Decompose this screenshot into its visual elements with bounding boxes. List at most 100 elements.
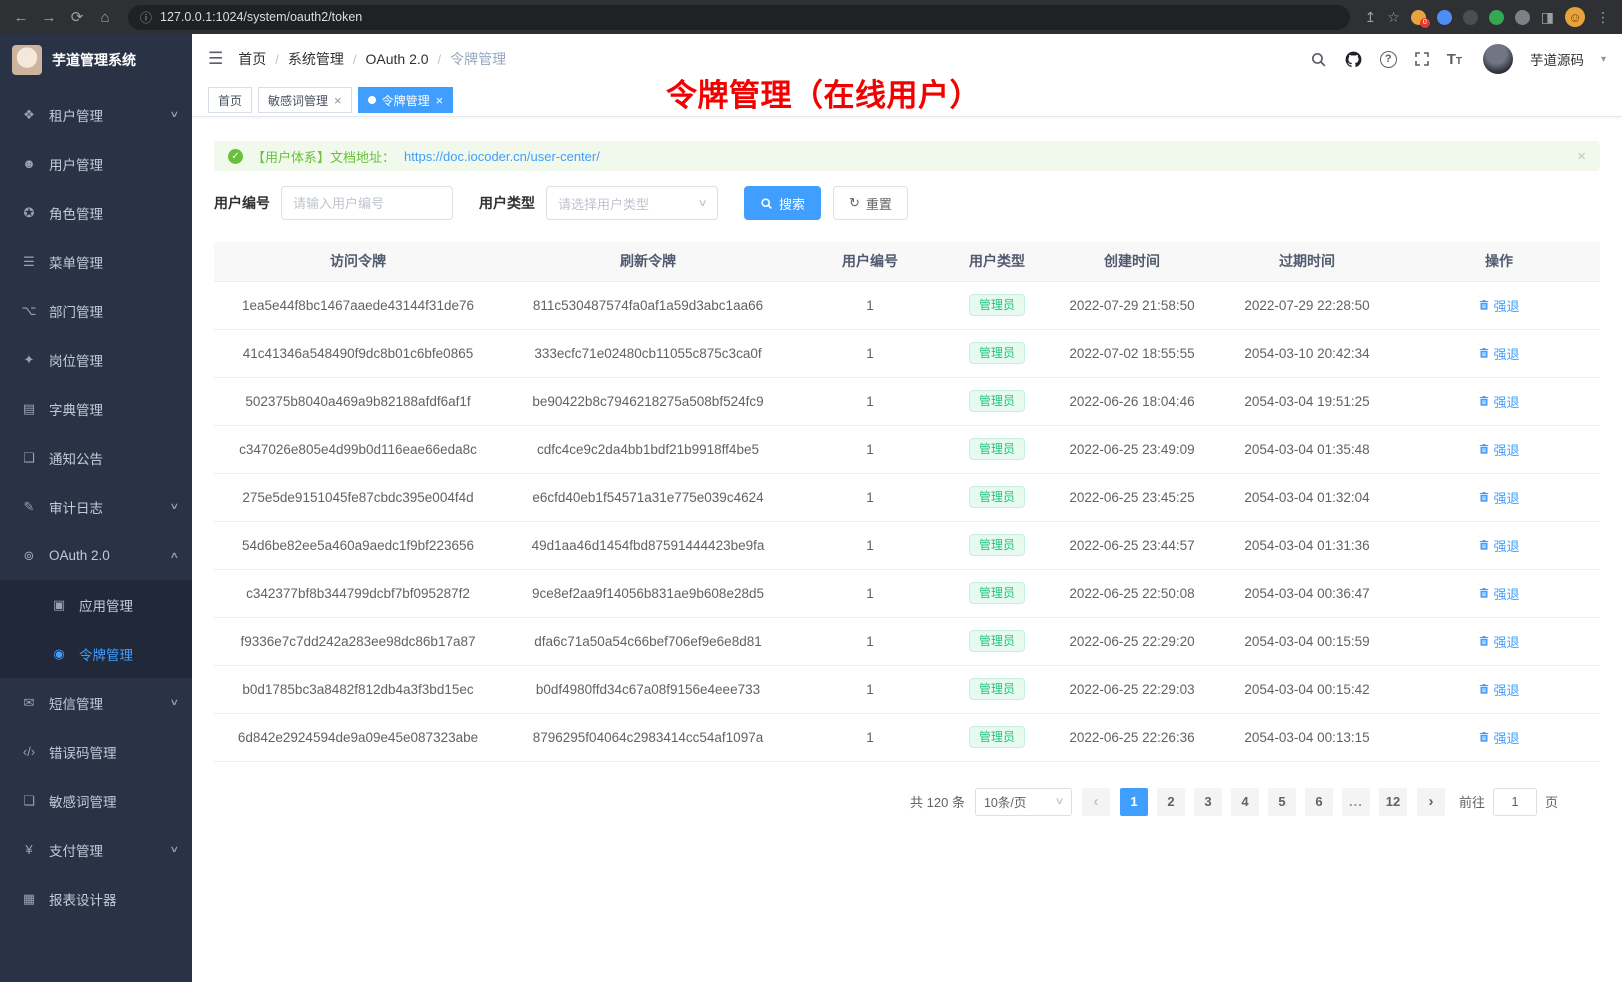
fullscreen-icon[interactable] <box>1414 51 1430 67</box>
breadcrumb-item[interactable]: 系统管理 <box>288 49 344 69</box>
sidebar-item-audit-log[interactable]: ✎审计日志∨ <box>0 482 192 531</box>
alert-close-icon[interactable]: × <box>1577 148 1586 165</box>
sidebar-item-report[interactable]: ▦报表设计器 <box>0 874 192 923</box>
address-bar[interactable]: ⓘ 127.0.0.1:1024/system/oauth2/token <box>128 5 1350 30</box>
access-token-cell: 41c41346a548490f9dc8b01c6bfe0865 <box>214 329 502 377</box>
page-button-5[interactable]: 5 <box>1268 788 1296 816</box>
sidebar-item-sensitive-word[interactable]: ❏敏感词管理 <box>0 776 192 825</box>
app-logo[interactable]: 芋道管理系统 <box>0 34 192 86</box>
sidebar-item-dept[interactable]: ⌥部门管理 <box>0 286 192 335</box>
sidebar-item-role[interactable]: ✪角色管理 <box>0 188 192 237</box>
sidebar-item-notice[interactable]: ❑通知公告 <box>0 433 192 482</box>
extension-icon-4[interactable] <box>1489 10 1504 25</box>
force-logout-button[interactable]: 强退 <box>1478 392 1519 411</box>
page-size-select[interactable]: 10条/页 ∨ <box>975 788 1072 816</box>
font-size-icon[interactable]: TT <box>1447 51 1462 68</box>
force-logout-button[interactable]: 强退 <box>1478 440 1519 459</box>
page-ellipsis[interactable]: ... <box>1342 788 1370 816</box>
goto-page-input[interactable] <box>1493 788 1537 816</box>
action-cell: 强退 <box>1398 473 1600 521</box>
site-info-icon[interactable]: ⓘ <box>140 9 152 26</box>
next-page-button[interactable]: › <box>1417 788 1445 816</box>
page-button-1[interactable]: 1 <box>1120 788 1148 816</box>
split-view-icon[interactable]: ◨ <box>1541 9 1554 26</box>
user-type-select[interactable]: 请选择用户类型 ∨ <box>546 186 718 220</box>
force-logout-button[interactable]: 强退 <box>1478 632 1519 651</box>
page-button-6[interactable]: 6 <box>1305 788 1333 816</box>
force-logout-button[interactable]: 强退 <box>1478 584 1519 603</box>
delete-icon <box>1478 395 1490 407</box>
sidebar-item-app[interactable]: ▣应用管理 <box>0 580 192 629</box>
share-icon[interactable]: ↥ <box>1364 9 1376 26</box>
user-type-cell: 管理员 <box>946 329 1048 377</box>
reload-icon[interactable]: ⟳ <box>64 4 90 30</box>
force-logout-label: 强退 <box>1493 680 1519 699</box>
sidebar-item-sms[interactable]: ✉短信管理∨ <box>0 678 192 727</box>
sidebar-item-tenant[interactable]: ❖租户管理∨ <box>0 90 192 139</box>
prev-page-button[interactable]: ‹ <box>1082 788 1110 816</box>
page-button-3[interactable]: 3 <box>1194 788 1222 816</box>
extensions-puzzle-icon[interactable] <box>1515 10 1530 25</box>
forward-icon[interactable]: → <box>36 4 62 30</box>
force-logout-button[interactable]: 强退 <box>1478 680 1519 699</box>
table-body: 1ea5e44f8bc1467aaede43144f31de76811c5304… <box>214 281 1600 761</box>
sidebar-item-error-code[interactable]: ‹/›错误码管理 <box>0 727 192 776</box>
tab-close-icon[interactable]: × <box>436 94 444 107</box>
browser-profile-avatar[interactable]: ☺ <box>1565 7 1585 27</box>
extension-icon-1[interactable]: 0 <box>1411 10 1426 25</box>
extension-icon-2[interactable] <box>1437 10 1452 25</box>
table-row: 41c41346a548490f9dc8b01c6bfe0865333ecfc7… <box>214 329 1600 377</box>
breadcrumb-item[interactable]: OAuth 2.0 <box>366 51 429 67</box>
tab-close-icon[interactable]: × <box>334 94 342 107</box>
user-type-cell: 管理员 <box>946 425 1048 473</box>
force-logout-button[interactable]: 强退 <box>1478 728 1519 747</box>
reset-button[interactable]: ↻ 重置 <box>833 186 908 220</box>
force-logout-button[interactable]: 强退 <box>1478 296 1519 315</box>
username[interactable]: 芋道源码 <box>1530 49 1584 69</box>
page-button-2[interactable]: 2 <box>1157 788 1185 816</box>
tab-0[interactable]: 首页 <box>208 87 252 113</box>
breadcrumb-item[interactable]: 首页 <box>238 49 266 69</box>
sidebar-item-user[interactable]: ☻用户管理 <box>0 139 192 188</box>
sidebar-item-dict[interactable]: ▤字典管理 <box>0 384 192 433</box>
expire-time-cell: 2054-03-04 00:15:59 <box>1216 617 1398 665</box>
browser-menu-icon[interactable]: ⋮ <box>1596 9 1610 26</box>
user-avatar[interactable] <box>1483 44 1513 74</box>
sidebar-item-label: 错误码管理 <box>49 742 178 762</box>
help-icon[interactable]: ? <box>1380 51 1397 68</box>
force-logout-button[interactable]: 强退 <box>1478 488 1519 507</box>
doc-link[interactable]: https://doc.iocoder.cn/user-center/ <box>404 149 600 164</box>
sidebar-item-label: 支付管理 <box>49 840 171 860</box>
menu-icon: ☰ <box>20 254 38 270</box>
tab-2[interactable]: 令牌管理× <box>358 87 454 113</box>
sidebar-item-oauth[interactable]: ⊚OAuth 2.0∧ <box>0 531 192 580</box>
user-id-input[interactable] <box>281 186 453 220</box>
sidebar-item-post[interactable]: ✦岗位管理 <box>0 335 192 384</box>
github-icon[interactable] <box>1344 50 1363 69</box>
refresh-token-cell: e6cfd40eb1f54571a31e775e039c4624 <box>502 473 794 521</box>
back-icon[interactable]: ← <box>8 4 34 30</box>
search-button[interactable]: 搜索 <box>744 186 821 220</box>
page-button-4[interactable]: 4 <box>1231 788 1259 816</box>
user-type-badge: 管理员 <box>969 294 1025 316</box>
extension-icon-3[interactable] <box>1463 10 1478 25</box>
sidebar-item-token[interactable]: ◉令牌管理 <box>0 629 192 678</box>
chevron-down-icon: ∨ <box>170 501 180 512</box>
force-logout-button[interactable]: 强退 <box>1478 344 1519 363</box>
chevron-down-icon[interactable]: ▾ <box>1601 54 1606 65</box>
sidebar-item-label: OAuth 2.0 <box>49 548 171 563</box>
main-panel: ☰ 首页/系统管理/OAuth 2.0/令牌管理 ? TT 芋道源码 ▾ 首页敏… <box>192 34 1622 982</box>
page-button-12[interactable]: 12 <box>1379 788 1407 816</box>
search-icon[interactable] <box>1310 51 1327 68</box>
sidebar-item-menu[interactable]: ☰菜单管理 <box>0 237 192 286</box>
tab-1[interactable]: 敏感词管理× <box>258 87 352 113</box>
token-icon: ◉ <box>50 646 68 662</box>
force-logout-button[interactable]: 强退 <box>1478 536 1519 555</box>
main-content: ✓ 【用户体系】文档地址： https://doc.iocoder.cn/use… <box>192 117 1622 982</box>
collapse-sidebar-icon[interactable]: ☰ <box>208 49 223 69</box>
sidebar-item-pay[interactable]: ¥支付管理∨ <box>0 825 192 874</box>
user-id-cell: 1 <box>794 665 946 713</box>
home-icon[interactable]: ⌂ <box>92 4 118 30</box>
logo-image <box>12 45 42 75</box>
bookmark-star-icon[interactable]: ☆ <box>1387 9 1400 26</box>
